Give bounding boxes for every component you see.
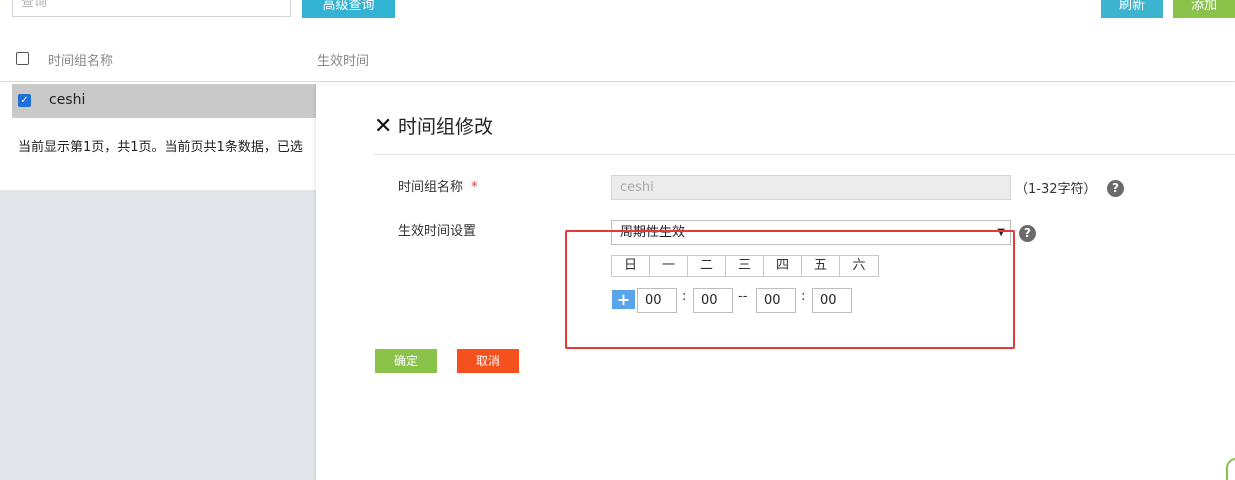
close-icon[interactable]: ✕: [374, 114, 392, 140]
name-length-hint: （1-32字符）: [1015, 182, 1097, 197]
row-checkbox[interactable]: ✓: [18, 94, 31, 107]
column-header-effective-time: 生效时间: [317, 54, 370, 69]
corner-decoration: [1226, 458, 1235, 480]
pagination-info: 当前显示第1页，共1页。当前页共1条数据，已选: [18, 140, 303, 155]
advanced-search-button[interactable]: 高级查询: [302, 0, 395, 18]
table-header: 时间组名称 生效时间: [0, 36, 1235, 82]
column-header-name: 时间组名称: [48, 54, 114, 69]
confirm-button[interactable]: 确定: [375, 349, 437, 373]
page: 高级查询 刷新 添加 时间组名称 生效时间 ✓ ceshi 当前显示第1页，共1…: [0, 0, 1235, 480]
cancel-button[interactable]: 取消: [457, 349, 519, 373]
header-divider: [374, 154, 1235, 155]
required-mark: *: [471, 180, 478, 195]
search-input[interactable]: [12, 0, 291, 17]
list-panel-background: [0, 190, 316, 480]
effective-help-icon[interactable]: ?: [1019, 225, 1036, 242]
edit-time-group-panel: ✕ 时间组修改 时间组名称 * ceshi （1-32字符） ? 生效时间设置 周…: [316, 86, 1235, 480]
name-field[interactable]: ceshi: [611, 175, 1011, 200]
select-all-checkbox[interactable]: [16, 52, 29, 65]
name-label-text: 时间组名称: [398, 180, 464, 195]
name-help-icon[interactable]: ?: [1107, 180, 1124, 197]
add-button[interactable]: 添加: [1173, 0, 1235, 18]
row-name-cell: ceshi: [49, 92, 86, 108]
panel-title: 时间组修改: [398, 116, 494, 138]
table-row[interactable]: ✓ ceshi: [12, 84, 316, 118]
highlight-box: [565, 230, 1015, 349]
effective-time-label: 生效时间设置: [398, 224, 477, 239]
refresh-button[interactable]: 刷新: [1101, 0, 1163, 18]
name-field-label: 时间组名称 *: [398, 176, 478, 195]
